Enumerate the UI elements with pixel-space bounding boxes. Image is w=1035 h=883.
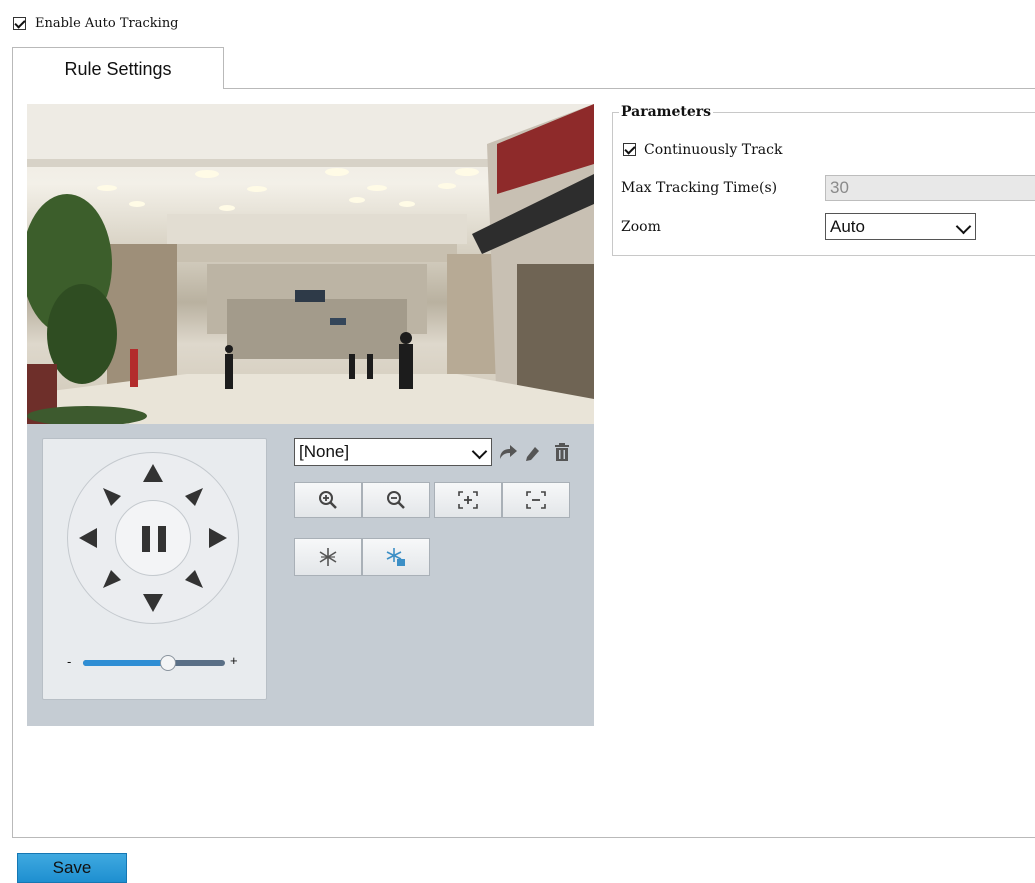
zoom-label: Zoom <box>621 219 661 235</box>
chevron-down-icon <box>471 443 488 460</box>
ptz-up-arrow-icon[interactable] <box>143 464 163 482</box>
ptz-up-right-arrow-icon[interactable] <box>185 488 203 506</box>
speed-plus-label: + <box>230 653 238 668</box>
preset-select-value: [None] <box>299 442 350 461</box>
zoom-in-icon <box>319 491 337 509</box>
iris-button[interactable] <box>294 538 362 576</box>
speed-slider-fill <box>83 660 169 666</box>
ptz-down-left-arrow-icon[interactable] <box>103 570 121 588</box>
max-tracking-time-field: 30 <box>825 175 1035 201</box>
preset-select[interactable]: [None] <box>294 438 492 466</box>
enable-auto-tracking-label: Enable Auto Tracking <box>35 16 179 31</box>
max-tracking-time-label: Max Tracking Time(s) <box>621 180 778 196</box>
focus-auto-button[interactable] <box>362 538 430 576</box>
focus-near-button[interactable] <box>434 482 502 518</box>
ptz-right-arrow-icon[interactable] <box>209 528 227 548</box>
ptz-up-left-arrow-icon[interactable] <box>103 488 121 506</box>
zoom-select-value: Auto <box>830 217 865 236</box>
ptz-left-arrow-icon[interactable] <box>79 528 97 548</box>
mall-scene-image <box>27 104 594 424</box>
focus-near-icon <box>458 491 478 509</box>
chevron-down-icon <box>955 218 972 235</box>
ptz-down-arrow-icon[interactable] <box>143 594 163 612</box>
zoom-out-icon <box>387 491 405 509</box>
zoom-select[interactable]: Auto <box>825 213 976 240</box>
delete-preset-icon[interactable] <box>553 442 571 462</box>
parameters-legend: Parameters <box>621 104 712 120</box>
iris-icon <box>319 548 337 566</box>
focus-far-icon <box>526 491 546 509</box>
enable-auto-tracking-checkbox[interactable] <box>13 17 26 30</box>
zoom-in-button[interactable] <box>294 482 362 518</box>
ptz-arrows <box>79 464 227 612</box>
focus-auto-icon <box>386 548 405 566</box>
continuously-track-checkbox[interactable] <box>623 143 636 156</box>
go-to-preset-icon[interactable] <box>498 443 518 461</box>
max-tracking-time-value: 30 <box>830 178 849 197</box>
zoom-out-button[interactable] <box>362 482 430 518</box>
focus-far-button[interactable] <box>502 482 570 518</box>
tab-rule-settings[interactable]: Rule Settings <box>12 47 224 89</box>
save-button[interactable]: Save <box>17 853 127 883</box>
live-video-preview[interactable] <box>27 104 594 424</box>
continuously-track-label: Continuously Track <box>644 142 783 158</box>
edit-preset-icon[interactable] <box>523 443 543 461</box>
ptz-down-right-arrow-icon[interactable] <box>185 570 203 588</box>
speed-minus-label: - <box>67 654 72 669</box>
